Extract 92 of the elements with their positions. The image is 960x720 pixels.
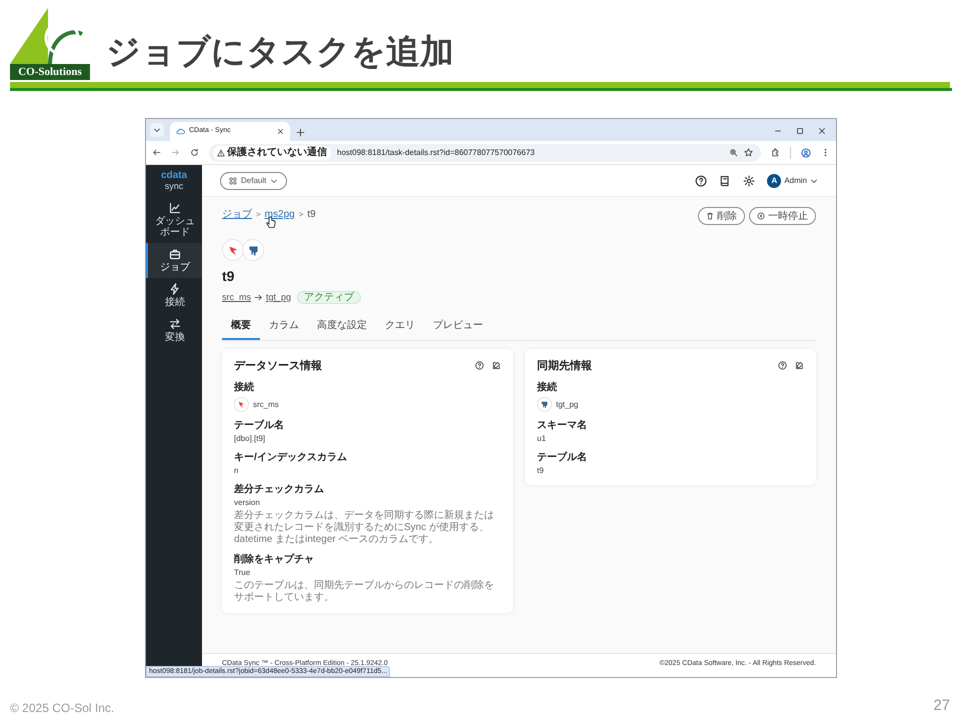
back-arrow-icon[interactable] <box>152 148 161 157</box>
new-tab-plus-icon[interactable] <box>296 128 305 137</box>
breadcrumb-separator: > <box>298 208 304 220</box>
chevron-down-icon <box>270 176 278 184</box>
security-label: 保護されていない通信 <box>227 146 327 158</box>
task-title: t9 <box>222 267 236 285</box>
sidebar-item[interactable]: ダッシュボード <box>146 197 202 243</box>
edit-icon[interactable] <box>795 361 804 370</box>
field-label: 接続 <box>537 381 558 394</box>
url-text: host098:8181/task-details.rst?id=860778077570076673 <box>337 146 536 158</box>
elephant-logo-icon <box>246 244 260 256</box>
user-name: Admin <box>784 174 807 186</box>
brand-logo-text: cdata <box>160 171 188 181</box>
card-title: データソース情報 <box>234 358 322 374</box>
help-icon[interactable] <box>475 361 484 370</box>
field-value: version <box>234 497 261 508</box>
breadcrumb-link[interactable]: ms2pg <box>264 207 295 222</box>
field-label: 接続 <box>234 381 255 394</box>
sidebar-label: 変換 <box>164 332 186 343</box>
field-label: キー/インデックスカラム <box>234 451 348 464</box>
arrow-logo-icon <box>237 400 246 409</box>
field-label: テーブル名 <box>234 419 285 432</box>
field-label: スキーマ名 <box>537 419 588 432</box>
close-icon[interactable] <box>277 128 284 135</box>
target-link[interactable]: tgt_pg <box>266 291 292 304</box>
address-bar[interactable]: 保護されていない通信 host098:8181/task-details.rst?id=860778077570076673 <box>209 144 761 162</box>
workspace-dropdown[interactable]: Default <box>220 172 288 190</box>
avatar: A <box>767 174 782 188</box>
help-icon[interactable] <box>695 174 708 186</box>
grid-icon <box>229 176 237 184</box>
book-icon[interactable] <box>719 174 732 186</box>
page-number: 27 <box>933 696 950 716</box>
field-value: src_ms <box>253 398 279 410</box>
security-chip[interactable]: 保護されていない通信 <box>213 146 331 160</box>
tab[interactable]: 高度な設定 <box>308 312 376 340</box>
breadcrumb-separator: > <box>256 208 261 220</box>
field-value: t9 <box>537 465 545 476</box>
tab[interactable]: クエリ <box>376 312 424 340</box>
delete-button[interactable]: 削除 <box>698 207 745 225</box>
profile-icon[interactable] <box>801 148 811 158</box>
maximize-icon[interactable] <box>796 127 804 135</box>
field-value: n <box>234 465 240 476</box>
card-title: 同期先情報 <box>537 358 592 374</box>
sidebar-label: 接続 <box>164 297 186 308</box>
cloud-icon <box>176 127 185 136</box>
lightning-bolt-icon <box>169 283 181 295</box>
swap-arrows-icon <box>169 318 181 330</box>
status-badge: アクティブ <box>297 291 362 304</box>
tab[interactable]: カラム <box>260 312 308 340</box>
tab-list-button[interactable] <box>150 123 164 137</box>
warning-icon <box>217 148 225 156</box>
sidebar-label: ジョブ <box>159 262 191 273</box>
chevron-down-icon <box>153 126 161 134</box>
sidebar-label: ダッシュボード <box>154 216 196 238</box>
field-description: このテーブルは、同期先テーブルからのレコードの削除をサポートしています。 <box>234 580 495 604</box>
arrow-logo-icon <box>226 244 240 256</box>
tab[interactable]: 概要 <box>222 312 260 340</box>
reload-icon[interactable] <box>190 148 199 157</box>
field-label: 差分チェックカラム <box>234 483 325 496</box>
pause-circle-icon <box>757 212 765 220</box>
zoom-icon[interactable] <box>729 148 738 157</box>
logo-text: CO-Solutions <box>10 64 90 80</box>
elephant-logo-icon <box>540 400 549 409</box>
sidebar-item[interactable]: 接続 <box>146 278 202 313</box>
field-value: tgt_pg <box>556 398 578 410</box>
help-icon[interactable] <box>778 361 787 370</box>
puzzle-icon[interactable] <box>771 148 780 157</box>
pause-button[interactable]: 一時停止 <box>749 207 816 225</box>
close-icon[interactable] <box>818 127 826 135</box>
source-link[interactable]: src_ms <box>222 291 251 304</box>
field-label: 削除をキャプチャ <box>234 553 315 566</box>
chevron-down-icon <box>810 176 818 184</box>
edit-icon[interactable] <box>492 361 501 370</box>
field-label: テーブル名 <box>537 451 588 464</box>
breadcrumb-current: t9 <box>307 208 316 222</box>
star-icon[interactable] <box>744 148 753 157</box>
tab[interactable]: プレビュー <box>424 312 492 340</box>
brand-product-text: sync <box>164 181 184 191</box>
field-value: True <box>234 567 252 578</box>
right-arrow-icon <box>254 293 263 302</box>
user-menu[interactable]: A Admin <box>767 174 818 188</box>
briefcase-icon <box>169 248 181 260</box>
breadcrumb-link[interactable]: ジョブ <box>222 207 252 222</box>
sidebar-item[interactable]: 変換 <box>146 313 202 348</box>
sidebar-item[interactable]: ジョブ <box>146 243 202 278</box>
field-value: [dbo].[t9] <box>234 433 266 444</box>
trash-icon <box>706 212 714 220</box>
field-value: u1 <box>537 433 547 444</box>
chart-line-icon <box>169 202 181 214</box>
field-description: 差分チェックカラムは、データを同期する際に新規または変更されたレコードを識別するためにSync が使用する、datetime またはinteger ベースのカラムです。 <box>234 510 495 546</box>
slide-footer: © 2025 CO-Sol Inc. <box>10 699 114 717</box>
slide-title: ジョブにタスクを追加 <box>106 32 454 73</box>
